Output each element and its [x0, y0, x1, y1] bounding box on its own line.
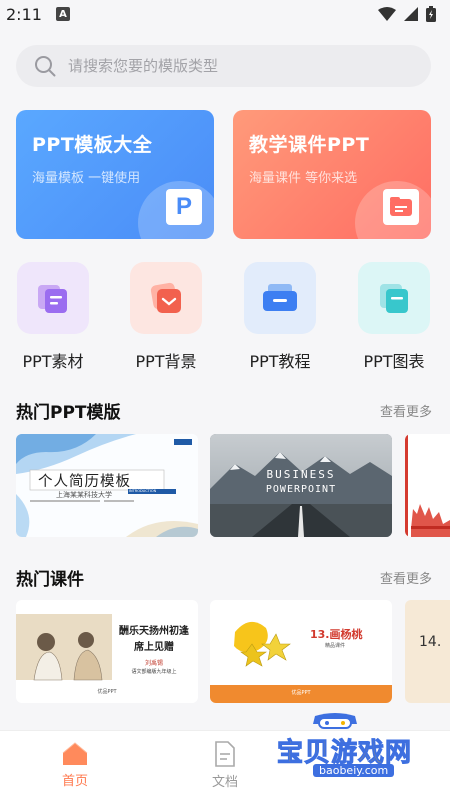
courseware-footer: 优品PPT [97, 689, 117, 695]
folder-icon [383, 189, 419, 225]
courseware-card-poem[interactable]: 酬乐天扬州初逢席上见赠 刘禹锡 语文部编版九年级上 优品PPT [16, 600, 198, 703]
document-icon [215, 741, 235, 767]
courseware-title: 酬乐天扬州初逢席上见赠 [119, 626, 189, 653]
hot-templates-more-link[interactable]: 查看更多 [380, 401, 432, 420]
notification-icon: A [55, 7, 70, 21]
status-bar: 2:11 A [0, 0, 450, 28]
category-ppt-material[interactable]: PPT素材 [8, 262, 98, 372]
status-time: 2:11 [6, 4, 42, 24]
courseware-footer: 优品PPT [291, 690, 311, 696]
category-label: PPT教程 [249, 352, 311, 371]
material-icon [17, 262, 89, 334]
signal-icon [404, 7, 418, 21]
template-card-business[interactable]: BUSINESS POWERPOINT [210, 434, 392, 537]
watermark-logo: 宝贝游戏网 baobeiy.com [275, 712, 425, 792]
section-title-hot-templates: 热门PPT模版 [16, 403, 121, 423]
template-card-title: BUSINESS [266, 468, 336, 481]
template-card-red[interactable] [405, 434, 450, 537]
courseware-title: 14. [419, 634, 442, 650]
template-card-title: 个人简历模板 [38, 474, 131, 490]
watermark-url: baobeiy.com [313, 764, 395, 777]
category-label: PPT图表 [363, 352, 425, 371]
section-title-hot-courseware: 热门课件 [16, 570, 84, 590]
search-bar[interactable] [16, 45, 431, 87]
template-card-subtitle: 上海某某科技大学 [56, 491, 112, 499]
category-ppt-tutorial[interactable]: PPT教程 [235, 262, 325, 372]
tab-label: 文档 [211, 775, 238, 790]
banner-courseware[interactable]: 教学课件PPT 海量课件 等你来选 [233, 110, 431, 239]
app-screen: 2:11 A PPT模板大全 海量模板 一键使用 P 教学课件PPT 海量课件 … [0, 0, 450, 800]
home-icon [62, 742, 88, 765]
template-card-subtitle: POWERPOINT [265, 484, 337, 495]
courseware-author: 刘禹锡 [144, 660, 163, 667]
background-icon [130, 262, 202, 334]
banner-ppt-templates[interactable]: PPT模板大全 海量模板 一键使用 P [16, 110, 214, 239]
courseware-subtitle: 精品课件 [325, 643, 346, 649]
hot-courseware-more-link[interactable]: 查看更多 [380, 568, 432, 587]
red-template-thumbnail [405, 434, 450, 537]
courseware-grade: 语文部编版九年级上 [131, 669, 177, 675]
starfruit-thumbnail [210, 621, 392, 703]
battery-icon [426, 6, 436, 22]
category-label: PPT素材 [22, 352, 84, 371]
category-ppt-background[interactable]: PPT背景 [121, 262, 211, 372]
search-input[interactable] [68, 57, 388, 75]
tab-home[interactable]: 首页 [0, 731, 150, 800]
tab-label: 首页 [61, 774, 88, 789]
category-ppt-chart[interactable]: PPT图表 [349, 262, 439, 372]
wifi-icon [378, 7, 396, 21]
search-icon [35, 56, 56, 77]
courseware-card-partial[interactable]: 14. [405, 600, 450, 703]
template-card-tag: INTRODUCTION [129, 489, 157, 493]
template-card-resume[interactable]: 个人简历模板 上海某某科技大学 INTRODUCTION [16, 434, 198, 537]
ppt-p-icon: P [166, 189, 202, 225]
chart-icon [358, 262, 430, 334]
courseware-title: 13.画杨桃 [310, 628, 363, 641]
tutorial-icon [244, 262, 316, 334]
banner-title: PPT模板大全 [32, 134, 153, 156]
category-label: PPT背景 [135, 352, 197, 371]
banner-title: 教学课件PPT [249, 134, 370, 156]
courseware-card-starfruit[interactable]: 13.画杨桃 精品课件 优品PPT [210, 600, 392, 703]
